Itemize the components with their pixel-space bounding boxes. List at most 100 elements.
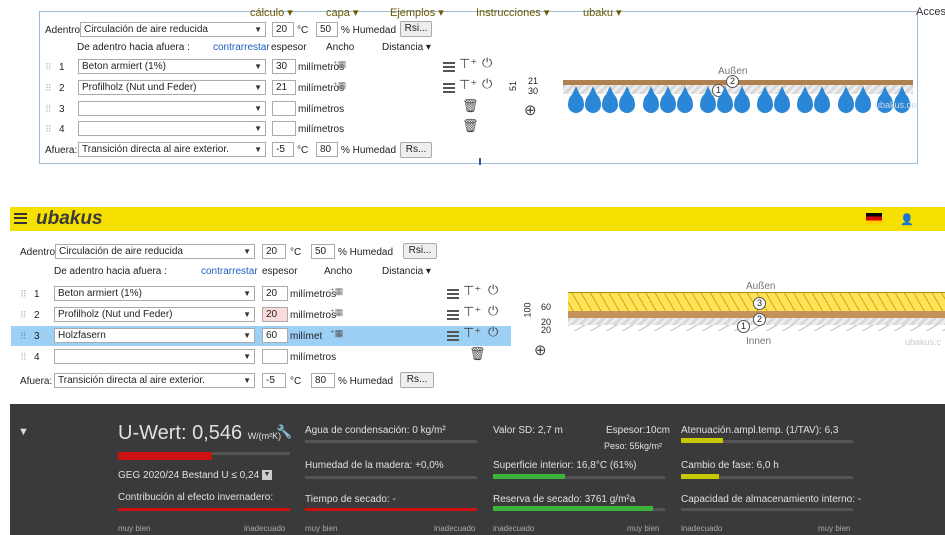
insert-layer-icon[interactable]: ⊤⁺ (459, 57, 477, 71)
material-select[interactable]: Beton armiert (1%) ▼ (54, 286, 255, 301)
rs-button[interactable]: Rs... (400, 142, 432, 158)
wrench-icon[interactable]: 🔧 (276, 424, 292, 440)
trash-icon[interactable]: 🗑 (462, 99, 479, 113)
width-toggle-icon[interactable]: ⁺▦ (333, 79, 346, 91)
material-select[interactable]: Holzfasern ▼ (54, 328, 255, 343)
nav-access[interactable]: Acces (916, 6, 945, 18)
menu-icon[interactable] (447, 289, 459, 299)
collapse-icon[interactable]: ▼ (18, 426, 29, 438)
width-toggle-icon[interactable]: ⁺▦ (333, 58, 346, 70)
power-icon[interactable]: ⏻ (482, 56, 492, 70)
width-toggle-icon[interactable]: ⁺▦ (330, 285, 343, 297)
outside-temp-input[interactable]: -5 (262, 373, 286, 388)
thickness-input[interactable] (272, 101, 296, 116)
inside-condition-select[interactable]: Circulación de aire reducida ▼ (55, 244, 255, 259)
chevron-down-icon: ▼ (243, 247, 251, 256)
chevron-down-icon: ▼ (254, 83, 262, 92)
material-select[interactable]: Profilholz (Nut und Feder) ▼ (78, 80, 266, 95)
reverse-link[interactable]: contrarrestar (213, 42, 270, 54)
unit-label: milímet (290, 331, 323, 342)
thickness-input[interactable]: 20 (262, 307, 288, 322)
insert-layer-icon[interactable]: ⊤⁺ (463, 284, 481, 298)
select-value: Holzfasern (58, 330, 106, 341)
trash-icon[interactable]: 🗑 (462, 119, 479, 133)
nav-capa[interactable]: capa ▾ (326, 6, 358, 19)
outside-humidity-input[interactable]: 80 (311, 373, 335, 388)
menu-icon[interactable] (447, 331, 459, 341)
power-icon[interactable]: ⏻ (488, 283, 498, 297)
outside-condition-select[interactable]: Transición directa al aire exterior. ▼ (78, 142, 266, 157)
material-select[interactable]: ▼ (78, 121, 266, 136)
thickness-input[interactable]: 60 (262, 328, 288, 343)
inside-humidity-input[interactable]: 50 (316, 22, 338, 37)
water-drop-icon (838, 86, 854, 113)
logo[interactable]: ubakus (36, 208, 103, 230)
drag-handle-icon[interactable]: ⠿ (45, 104, 52, 115)
thickness-input[interactable]: 30 (272, 59, 296, 74)
drag-handle-icon[interactable]: ⠿ (45, 83, 52, 94)
outside-humidity-input[interactable]: 80 (316, 142, 338, 157)
rsi-button[interactable]: Rsi... (400, 21, 432, 37)
zoom-in-icon[interactable]: ⊕ (524, 103, 537, 118)
menu-icon[interactable] (443, 83, 455, 93)
width-toggle-icon[interactable]: ⁺▦ (330, 306, 343, 318)
top-navbar (10, 207, 945, 231)
outside-temp-input[interactable]: -5 (272, 142, 294, 157)
menu-icon[interactable] (447, 310, 459, 320)
drag-handle-icon[interactable]: ⠿ (20, 289, 27, 300)
drag-handle-icon[interactable]: ⠿ (20, 352, 27, 363)
thickness-input[interactable]: 21 (272, 80, 296, 95)
material-select[interactable]: Beton armiert (1%) ▼ (78, 59, 266, 74)
thickness-input[interactable] (262, 349, 288, 364)
inside-humidity-input[interactable]: 50 (311, 244, 335, 259)
power-icon[interactable]: ⏻ (488, 304, 498, 318)
power-icon[interactable]: ⏻ (488, 325, 498, 339)
row-number: 2 (59, 83, 65, 94)
width-toggle-icon[interactable]: ⁺▦ (330, 327, 343, 339)
menu-icon[interactable] (14, 213, 27, 224)
water-drop-icon (602, 86, 618, 113)
reverse-link[interactable]: contrarrestar (201, 266, 258, 278)
material-select[interactable]: ▼ (54, 349, 255, 364)
nav-ubaku[interactable]: ubaku ▾ (583, 6, 622, 19)
inside-condition-select[interactable]: Circulación de aire reducida ▼ (80, 22, 266, 37)
inside-text: Innen (746, 336, 772, 347)
insert-layer-icon[interactable]: ⊤⁺ (463, 326, 481, 340)
material-select[interactable]: ▼ (78, 101, 266, 116)
nav-calculo[interactable]: cálculo ▾ (250, 6, 293, 19)
dropdown-icon[interactable]: ▼ (262, 470, 272, 480)
drag-handle-icon[interactable]: ⠿ (20, 310, 27, 321)
power-icon[interactable]: ⏻ (482, 77, 492, 91)
scale-inadequate: inadecuado (434, 524, 476, 533)
inside-temp-input[interactable]: 20 (272, 22, 294, 37)
row-number: 4 (59, 124, 65, 135)
temp-unit: °C (297, 25, 309, 36)
zoom-in-icon[interactable]: ⊕ (534, 343, 547, 358)
drag-handle-icon[interactable]: ⠿ (20, 331, 27, 342)
watermark: ubakus.c (905, 337, 942, 347)
rs-button[interactable]: Rs... (400, 372, 434, 388)
user-icon[interactable]: 👤 (900, 213, 914, 226)
drag-handle-icon[interactable]: ⠿ (45, 124, 52, 135)
german-flag-icon[interactable] (866, 213, 882, 224)
menu-icon[interactable] (443, 62, 455, 72)
nav-ejemplos[interactable]: Ejemplos ▾ (390, 6, 444, 19)
thickness-input[interactable]: 20 (262, 286, 288, 301)
condensation: Agua de condensación: 0 kg/m² (305, 425, 446, 436)
distance-header[interactable]: Distancia ▾ (382, 266, 431, 278)
trash-icon[interactable]: 🗑 (469, 347, 486, 361)
nav-instrucciones[interactable]: Instrucciones ▾ (476, 6, 549, 19)
wood-moisture-bar (305, 476, 477, 479)
temp-unit: °C (290, 247, 302, 258)
drying-time-bar (305, 508, 477, 511)
drag-handle-icon[interactable]: ⠿ (45, 62, 52, 73)
rsi-button[interactable]: Rsi... (403, 243, 437, 259)
insert-layer-icon[interactable]: ⊤⁺ (459, 78, 477, 92)
outside-condition-select[interactable]: Transición directa al aire exterior. ▼ (54, 373, 255, 388)
chevron-down-icon: ▼ (243, 331, 251, 340)
inside-temp-input[interactable]: 20 (262, 244, 286, 259)
material-select[interactable]: Profilholz (Nut und Feder) ▼ (54, 307, 255, 322)
distance-header[interactable]: Distancia ▾ (382, 42, 431, 54)
thickness-input[interactable] (272, 121, 296, 136)
insert-layer-icon[interactable]: ⊤⁺ (463, 305, 481, 319)
